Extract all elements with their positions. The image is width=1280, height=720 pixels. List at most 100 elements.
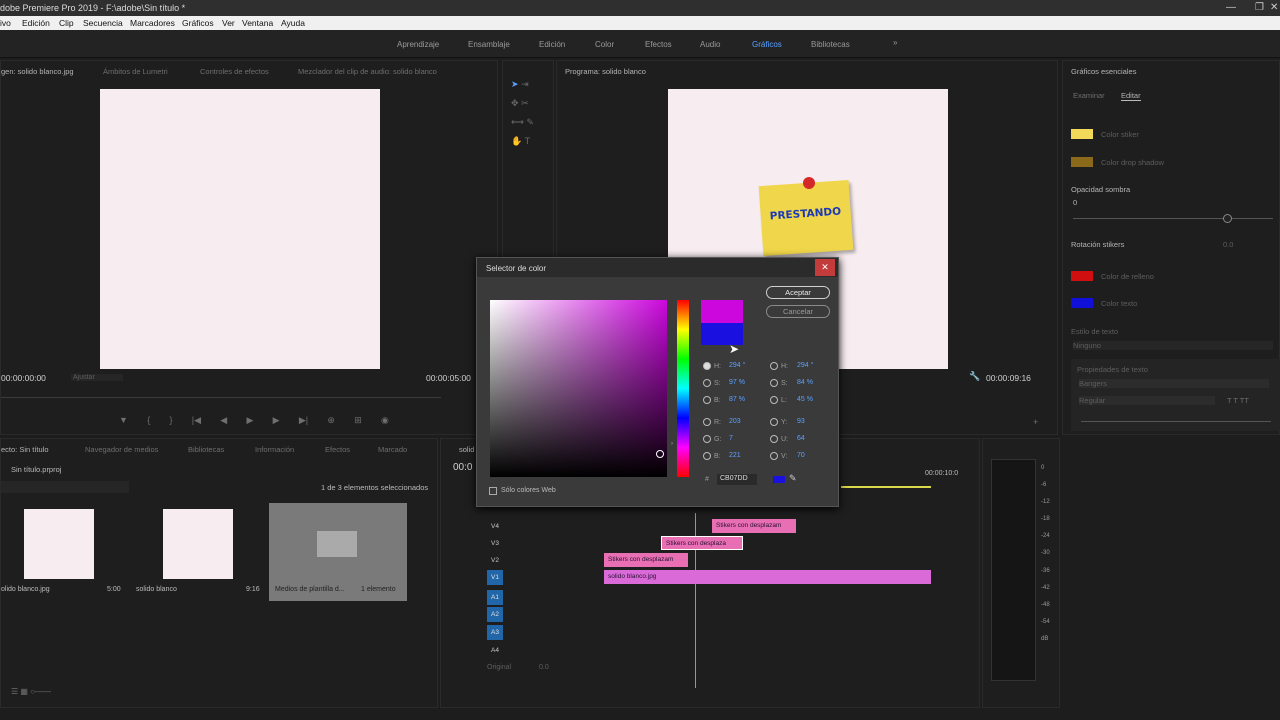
tab-project[interactable]: ecto: Sin título	[1, 445, 49, 454]
insert-icon[interactable]: ⊕	[327, 415, 335, 426]
tab-media-browser[interactable]: Navegador de medios	[85, 445, 158, 454]
shadow-opacity-slider[interactable]	[1073, 214, 1273, 223]
menu-secuencia[interactable]: Secuencia	[83, 18, 123, 28]
font-style-dropdown[interactable]: Regular	[1079, 396, 1215, 405]
clip-solido-v1[interactable]: solido blanco.jpg	[604, 570, 931, 584]
radio-hsb-s[interactable]	[703, 379, 711, 387]
shadow-opacity-value[interactable]: 0	[1073, 198, 1077, 207]
field-yuv-y[interactable]: 93	[797, 418, 805, 425]
field-rgb-r[interactable]: 203	[729, 418, 741, 425]
workspace-tab-ensamblaje[interactable]: Ensamblaje	[468, 40, 510, 49]
workspace-tab-bibliotecas[interactable]: Bibliotecas	[811, 40, 850, 49]
field-hsb-s[interactable]: 97 %	[729, 379, 745, 386]
workspace-tab-edicion[interactable]: Edición	[539, 40, 565, 49]
add-button-icon[interactable]: +	[1033, 417, 1038, 427]
font-dropdown[interactable]: Bangers	[1079, 379, 1269, 388]
workspace-tab-audio[interactable]: Audio	[700, 40, 720, 49]
work-area-bar[interactable]	[841, 486, 931, 488]
field-yuv-u[interactable]: 64	[797, 435, 805, 442]
track-v2[interactable]: V2	[487, 553, 503, 568]
bin-thumbnail[interactable]: Medios de plantilla d... 1 elemento	[269, 503, 407, 601]
source-timecode-in[interactable]: 00:00:00:00	[1, 373, 46, 383]
master-track-value[interactable]: 0.0	[539, 664, 549, 671]
menu-ventana[interactable]: Ventana	[242, 18, 273, 28]
radio-yuv-u[interactable]	[770, 435, 778, 443]
tab-info[interactable]: Información	[255, 445, 294, 454]
essential-graphics-title[interactable]: Gráficos esenciales	[1071, 67, 1136, 76]
menu-edicion[interactable]: Edición	[22, 18, 50, 28]
radio-hsl-h[interactable]	[770, 362, 778, 370]
pen-tool-icon[interactable]: ✎	[526, 117, 534, 127]
swatch-red[interactable]	[1071, 271, 1093, 281]
radio-hsb-h[interactable]	[703, 362, 711, 370]
field-hsl-s[interactable]: 84 %	[797, 379, 813, 386]
radio-hsl-s[interactable]	[770, 379, 778, 387]
play-icon[interactable]: ▶	[246, 415, 253, 426]
source-time-ruler[interactable]	[1, 393, 441, 398]
layer-text-color[interactable]: Color texto	[1101, 299, 1137, 308]
wrench-icon[interactable]: 🔧	[969, 371, 980, 382]
workspace-tab-graficos[interactable]: Gráficos	[752, 40, 782, 49]
hue-slider-handle-icon[interactable]: ›	[671, 441, 673, 447]
swatch-blue[interactable]	[1071, 298, 1093, 308]
overwrite-icon[interactable]: ⊞	[354, 415, 362, 426]
mark-out-icon[interactable]: }	[169, 415, 172, 426]
radio-yuv-y[interactable]	[770, 418, 778, 426]
thumb-solido-jpg[interactable]	[24, 509, 94, 579]
minimize-icon[interactable]: —	[1226, 2, 1236, 13]
ripple-edit-icon[interactable]: ✥	[511, 98, 519, 108]
menu-marcadores[interactable]: Marcadores	[130, 18, 175, 28]
tab-program[interactable]: Programa: solido blanco	[565, 67, 646, 76]
razor-tool-icon[interactable]: ✂	[521, 98, 529, 108]
menu-clip[interactable]: Clip	[59, 18, 74, 28]
field-rgb-g[interactable]: 7	[729, 435, 733, 442]
track-a2[interactable]: A2	[487, 607, 503, 622]
color-field-cursor[interactable]	[656, 450, 664, 458]
rotation-value[interactable]: 0.0	[1223, 240, 1233, 249]
radio-rgb-b[interactable]	[703, 452, 711, 460]
camera-icon[interactable]: ◉	[381, 415, 389, 426]
track-select-icon[interactable]: ⇥	[521, 79, 529, 89]
program-timecode-out[interactable]: 00:00:09:16	[986, 373, 1031, 383]
marker-icon[interactable]: ▼	[119, 415, 128, 426]
clip-stikers-v2[interactable]: Stikers con desplazam	[604, 553, 688, 567]
clip-stikers-v3[interactable]: Stikers con desplaza	[661, 536, 743, 550]
track-v1[interactable]: V1	[487, 570, 503, 585]
close-icon[interactable]: ✕	[1270, 2, 1278, 13]
frame-forward-icon[interactable]: ▶	[273, 415, 280, 426]
radio-rgb-g[interactable]	[703, 435, 711, 443]
tab-source[interactable]: gen: solido blanco.jpg	[1, 67, 74, 76]
radio-yuv-v[interactable]	[770, 452, 778, 460]
tab-libraries[interactable]: Bibliotecas	[188, 445, 224, 454]
maximize-icon[interactable]: ❐	[1255, 2, 1264, 13]
web-colors-checkbox[interactable]	[489, 487, 497, 495]
field-hsl-l[interactable]: 45 %	[797, 396, 813, 403]
eyedropper-icon[interactable]: ✎	[789, 473, 797, 484]
radio-hsl-l[interactable]	[770, 396, 778, 404]
source-timecode-out[interactable]: 00:00:05:00	[426, 373, 471, 383]
track-a1[interactable]: A1	[487, 590, 503, 605]
tab-timeline[interactable]: solid	[459, 445, 474, 454]
tab-effects[interactable]: Efectos	[325, 445, 350, 454]
frame-back-icon[interactable]: ◀	[220, 415, 227, 426]
radio-rgb-r[interactable]	[703, 418, 711, 426]
clip-stikers-v4[interactable]: Stikers con desplazam	[712, 519, 796, 533]
list-view-icon[interactable]: ☰	[11, 687, 18, 696]
tab-lumetri-scopes[interactable]: Ámbitos de Lumetri	[103, 67, 168, 76]
layer-fill-color[interactable]: Color de relleno	[1101, 272, 1154, 281]
thumb-solido-seq[interactable]	[163, 509, 233, 579]
track-a4[interactable]: A4	[487, 643, 503, 658]
field-hsl-h[interactable]: 294 °	[797, 362, 813, 369]
font-size-slider[interactable]	[1081, 421, 1271, 422]
field-hsb-b[interactable]: 87 %	[729, 396, 745, 403]
more-workspaces-icon[interactable]: »	[893, 38, 897, 47]
type-tool-icon[interactable]: T	[525, 136, 531, 146]
track-v3[interactable]: V3	[487, 536, 503, 551]
fit-dropdown[interactable]: Ajustar	[71, 374, 123, 381]
text-style-dropdown[interactable]: Ninguno	[1073, 341, 1273, 350]
swatch-brown[interactable]	[1071, 157, 1093, 167]
icon-view-icon[interactable]: ▦	[20, 687, 28, 696]
layer-drop-shadow[interactable]: Color drop shadow	[1101, 158, 1164, 167]
tab-edit[interactable]: Editar	[1121, 91, 1141, 101]
cancel-button[interactable]: Cancelar	[766, 305, 830, 318]
